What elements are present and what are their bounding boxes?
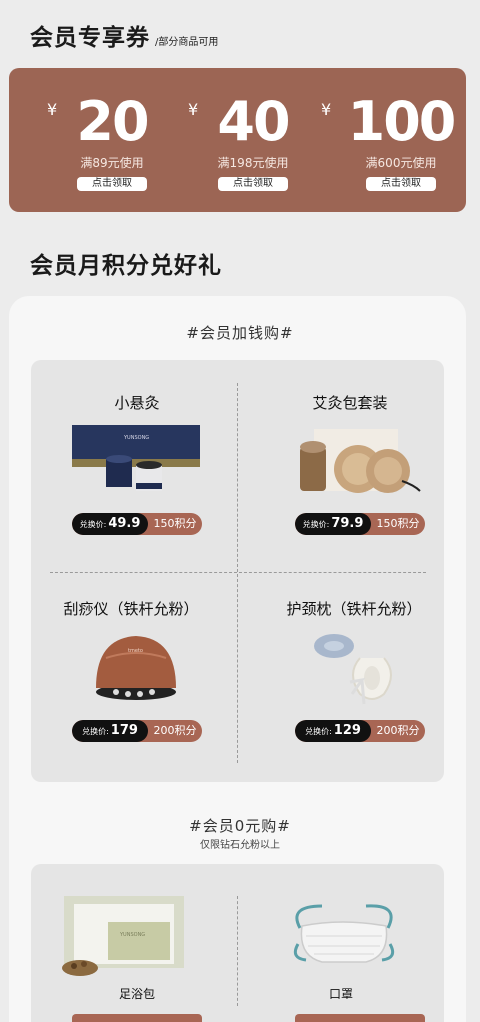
yen-symbol: ¥ [321, 100, 332, 119]
coupon-amount: 40 [217, 90, 290, 153]
price-value: 179 [110, 723, 138, 738]
coupon-20: ¥ 20 满89元使用 点击领取 [47, 92, 177, 191]
price-block: 兑换价: 49.9 [72, 513, 148, 535]
coupon-condition: 满600元使用 [365, 156, 437, 170]
moxa-pack-image[interactable] [296, 425, 428, 497]
price-block: 兑换价: 129 [295, 720, 371, 742]
price-label: 兑换价: [82, 727, 109, 736]
points-cost: 150积分 [376, 517, 420, 530]
zero-buy-title: #会员0元购# [189, 817, 291, 835]
yen-symbol: ¥ [47, 100, 58, 119]
claim-button[interactable]: 点击领取 [366, 177, 436, 191]
price-value: 79.9 [331, 516, 364, 531]
price-label: 兑换价: [79, 520, 107, 529]
product-name[interactable]: 口罩 [238, 985, 444, 1002]
points-cost: 200积分 [376, 724, 420, 737]
price-block: 兑换价: 79.9 [295, 513, 371, 535]
foot-bath-pack-image[interactable]: YUNSONG [60, 894, 188, 978]
product-name[interactable]: 艾灸包套装 [247, 392, 453, 413]
add-money-title: #会员加钱购# [186, 324, 294, 342]
action-button-edge[interactable] [295, 1014, 425, 1022]
product-name[interactable]: 足浴包 [34, 985, 240, 1002]
coupon-condition: 满198元使用 [217, 156, 289, 170]
price-label: 兑换价: [302, 520, 330, 529]
price-pill[interactable]: 兑换价: 49.9 150积分 [72, 513, 202, 535]
action-button-edge[interactable] [72, 1014, 202, 1022]
points-cost: 200积分 [153, 724, 197, 737]
page-subtitle: /部分商品可用 [155, 37, 219, 48]
coupon-amount: 20 [76, 90, 149, 153]
price-value: 49.9 [108, 516, 141, 531]
price-pill[interactable]: 兑换价: 179 200积分 [72, 720, 202, 742]
svg-text:YUNSONG: YUNSONG [123, 435, 149, 441]
points-section-title: 会员月积分兑好礼 [30, 253, 222, 279]
product-name[interactable]: 刮痧仪（铁杆允粉） [28, 598, 234, 619]
price-label: 兑换价: [305, 727, 332, 736]
yen-symbol: ¥ [188, 100, 199, 119]
coupon-condition: 满89元使用 [80, 156, 144, 170]
zero-buy-note: 仅限钻石允粉以上 [200, 840, 280, 851]
coupon-40: ¥ 40 满198元使用 点击领取 [188, 92, 318, 191]
grid-divider-vertical [237, 383, 238, 763]
product-name[interactable]: 小悬灸 [34, 392, 240, 413]
scraping-device-image[interactable]: tmeto [86, 628, 186, 702]
coupon-amount: 100 [347, 90, 457, 153]
product-name[interactable]: 护颈枕（铁杆允粉） [251, 598, 457, 619]
price-value: 129 [333, 723, 361, 738]
coupon-panel: ¥ 20 满89元使用 点击领取 ¥ 40 满198元使用 点击领取 ¥ 100… [9, 68, 466, 212]
svg-text:tmeto: tmeto [128, 648, 143, 654]
page-title: 会员专享券 [30, 25, 150, 51]
neck-pillow-image[interactable] [312, 624, 402, 706]
claim-button[interactable]: 点击领取 [77, 177, 147, 191]
grid-divider-horizontal [50, 572, 426, 573]
price-block: 兑换价: 179 [72, 720, 148, 742]
coupon-100: ¥ 100 满600元使用 点击领取 [321, 92, 480, 191]
price-pill[interactable]: 兑换价: 79.9 150积分 [295, 513, 425, 535]
svg-text:YUNSONG: YUNSONG [119, 932, 145, 938]
moxa-box-image[interactable]: YUNSONG [72, 425, 202, 497]
mask-image[interactable] [292, 896, 396, 972]
claim-button[interactable]: 点击领取 [218, 177, 288, 191]
price-pill[interactable]: 兑换价: 129 200积分 [295, 720, 425, 742]
points-cost: 150积分 [153, 517, 197, 530]
